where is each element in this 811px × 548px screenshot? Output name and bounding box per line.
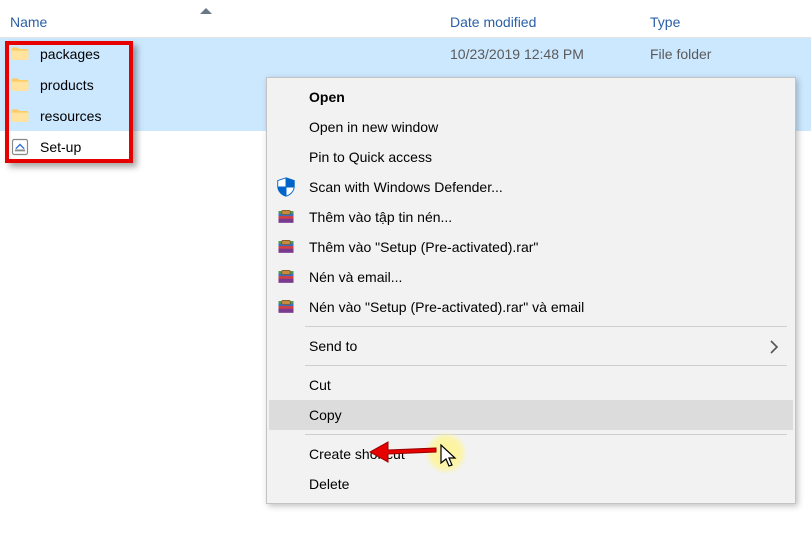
column-date-header[interactable]: Date modified bbox=[450, 14, 536, 30]
file-type: File folder bbox=[650, 46, 711, 62]
menu-label: Delete bbox=[275, 476, 349, 492]
file-name: packages bbox=[40, 46, 100, 62]
winrar-icon bbox=[275, 236, 297, 258]
file-date: 10/23/2019 12:48 PM bbox=[450, 46, 584, 62]
menu-label: Create shortcut bbox=[275, 446, 405, 462]
file-name: resources bbox=[40, 108, 101, 124]
menu-separator bbox=[305, 365, 787, 366]
menu-label: Open in new window bbox=[275, 119, 438, 135]
column-name-header[interactable]: Name bbox=[10, 14, 47, 30]
winrar-icon bbox=[275, 266, 297, 288]
menu-label: Scan with Windows Defender... bbox=[305, 179, 503, 195]
menu-winrar-add[interactable]: Thêm vào tập tin nén... bbox=[269, 202, 793, 232]
chevron-right-icon bbox=[769, 340, 779, 357]
folder-icon bbox=[10, 106, 30, 126]
context-menu: Open Open in new window Pin to Quick acc… bbox=[266, 77, 796, 504]
menu-winrar-add-named[interactable]: Thêm vào "Setup (Pre-activated).rar" bbox=[269, 232, 793, 262]
column-type-header[interactable]: Type bbox=[650, 14, 680, 30]
menu-label: Thêm vào tập tin nén... bbox=[305, 209, 452, 225]
menu-label: Send to bbox=[275, 338, 357, 354]
sort-ascending-icon bbox=[200, 8, 212, 14]
menu-delete[interactable]: Delete bbox=[269, 469, 793, 499]
file-name: Set-up bbox=[40, 139, 81, 155]
menu-open[interactable]: Open bbox=[269, 82, 793, 112]
file-name: products bbox=[40, 77, 94, 93]
shield-icon bbox=[275, 176, 297, 198]
menu-winrar-email[interactable]: Nén và email... bbox=[269, 262, 793, 292]
menu-label: Nén và email... bbox=[305, 269, 402, 285]
menu-send-to[interactable]: Send to bbox=[269, 331, 793, 361]
menu-label: Open bbox=[275, 89, 345, 105]
column-header-row: Name Date modified Type bbox=[0, 0, 811, 38]
folder-icon bbox=[10, 75, 30, 95]
menu-create-shortcut[interactable]: Create shortcut bbox=[269, 439, 793, 469]
menu-open-new-window[interactable]: Open in new window bbox=[269, 112, 793, 142]
menu-label: Thêm vào "Setup (Pre-activated).rar" bbox=[305, 239, 538, 255]
application-icon bbox=[10, 137, 30, 157]
folder-icon bbox=[10, 44, 30, 64]
menu-label: Copy bbox=[275, 407, 342, 423]
menu-separator bbox=[305, 326, 787, 327]
list-item[interactable]: packages 10/23/2019 12:48 PM File folder bbox=[0, 38, 811, 69]
menu-label: Cut bbox=[275, 377, 331, 393]
winrar-icon bbox=[275, 296, 297, 318]
menu-label: Pin to Quick access bbox=[275, 149, 432, 165]
menu-separator bbox=[305, 434, 787, 435]
menu-copy[interactable]: Copy bbox=[269, 400, 793, 430]
winrar-icon bbox=[275, 206, 297, 228]
menu-winrar-email-named[interactable]: Nén vào "Setup (Pre-activated).rar" và e… bbox=[269, 292, 793, 322]
menu-pin-quick-access[interactable]: Pin to Quick access bbox=[269, 142, 793, 172]
menu-cut[interactable]: Cut bbox=[269, 370, 793, 400]
menu-scan-defender[interactable]: Scan with Windows Defender... bbox=[269, 172, 793, 202]
menu-label: Nén vào "Setup (Pre-activated).rar" và e… bbox=[305, 299, 584, 315]
